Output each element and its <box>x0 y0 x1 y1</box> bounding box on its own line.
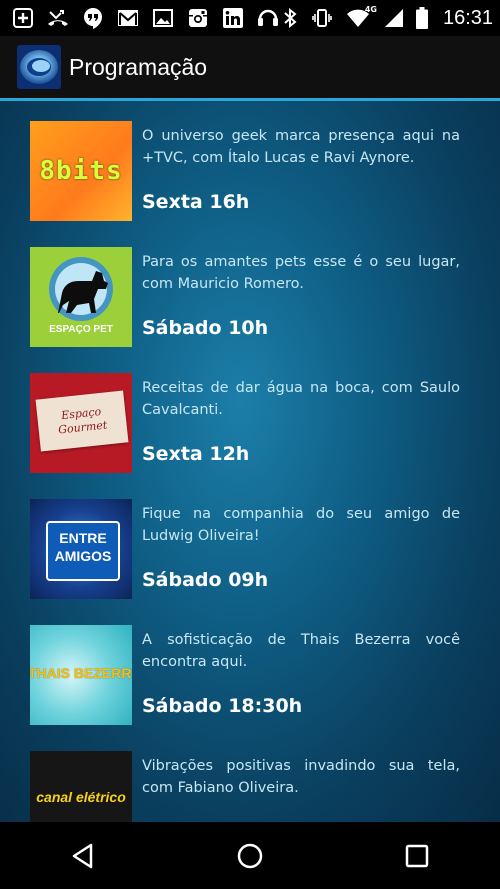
program-description: Para os amantes pets esse é o seu lugar,… <box>142 254 460 292</box>
program-schedule: Sexta 16h <box>142 191 250 213</box>
program-schedule: Sexta 12h <box>142 443 250 465</box>
status-bar: 4G 16:31 <box>0 0 500 36</box>
system-icons: 4G 16:31 <box>279 5 500 30</box>
linkedin-icon <box>222 8 244 28</box>
app-bar: Programação <box>0 36 500 98</box>
program-description: Receitas de dar água na boca, com Saulo … <box>142 380 460 418</box>
list-item[interactable]: ESPAÇO PET Para os amantes pets esse é o… <box>30 247 470 347</box>
program-thumbnail-canal-eletrico: canal elétrico <box>30 751 132 822</box>
program-description: Fique na companhia do seu amigo de Ludwi… <box>142 506 460 544</box>
notification-icons <box>0 8 279 29</box>
battery-icon <box>415 7 429 29</box>
program-description: O universo geek marca presença aqui na +… <box>142 128 460 166</box>
home-button[interactable] <box>220 826 280 886</box>
program-thumbnail-8bits: 8bits <box>30 121 132 221</box>
recents-button[interactable] <box>387 826 447 886</box>
app-logo-icon[interactable] <box>17 45 61 89</box>
add-icon <box>12 8 34 28</box>
list-item[interactable]: Espaço Gourmet Receitas de dar água na b… <box>30 373 470 473</box>
signal-icon <box>383 8 405 28</box>
back-button[interactable] <box>53 826 113 886</box>
program-schedule: Sábado 18:30h <box>142 695 303 717</box>
page-title: Programação <box>69 53 208 80</box>
recents-icon <box>405 844 428 867</box>
program-thumbnail-thais-bezerra: THAIS BEZERRA <box>30 625 132 725</box>
gallery-icon <box>152 8 174 28</box>
missed-call-icon <box>47 8 69 28</box>
program-thumbnail-entre-amigos: ENTRE AMIGOS <box>30 499 132 599</box>
program-description: Vibrações positivas invadindo sua tela, … <box>142 758 460 796</box>
program-description: A sofisticação de Thais Bezerra você enc… <box>142 632 460 670</box>
list-item[interactable]: canal elétrico Vibrações positivas invad… <box>30 751 470 822</box>
network-type-label: 4G <box>364 5 377 14</box>
bluetooth-icon <box>279 8 301 28</box>
thumbnail-text: canal elétrico <box>36 789 126 805</box>
home-icon <box>237 843 263 868</box>
program-schedule: Sábado 10h <box>142 317 269 339</box>
navigation-bar <box>0 822 500 889</box>
list-item[interactable]: THAIS BEZERRA A sofisticação de Thais Be… <box>30 625 470 725</box>
back-icon <box>73 843 93 868</box>
wifi-icon: 4G <box>343 5 377 28</box>
clock: 16:31 <box>443 6 494 29</box>
headset-icon <box>257 8 279 28</box>
gmail-icon <box>117 8 139 28</box>
thumbnail-text: THAIS BEZERRA <box>30 665 132 681</box>
list-item[interactable]: 8bits O universo geek marca presença aqu… <box>30 121 470 221</box>
thumbnail-text: ESPAÇO PET <box>49 324 113 335</box>
vibrate-icon <box>311 8 333 28</box>
program-thumbnail-espaco-gourmet: Espaço Gourmet <box>30 373 132 473</box>
thumbnail-text: ENTRE AMIGOS <box>54 530 112 564</box>
hangouts-icon <box>82 8 104 29</box>
program-thumbnail-espaco-pet: ESPAÇO PET <box>30 247 132 347</box>
list-item[interactable]: ENTRE AMIGOS Fique na companhia do seu a… <box>30 499 470 599</box>
instagram-icon <box>187 8 209 28</box>
program-list[interactable]: 8bits O universo geek marca presença aqu… <box>0 101 500 822</box>
thumbnail-text: 8bits <box>39 156 123 186</box>
program-schedule: Sábado 09h <box>142 569 269 591</box>
